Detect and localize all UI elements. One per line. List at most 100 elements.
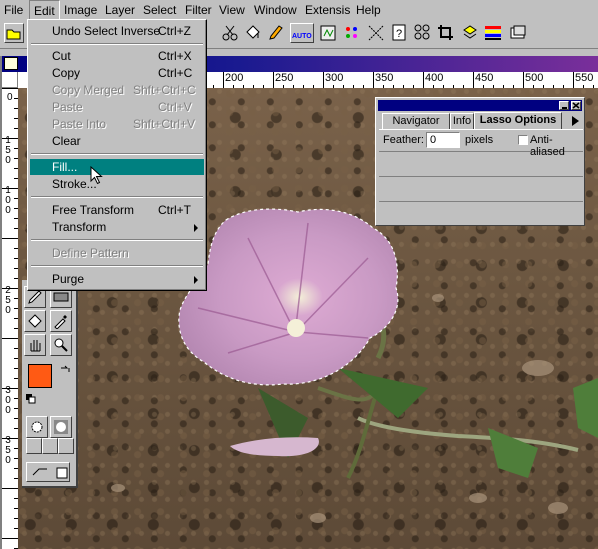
options-row-4 [379,202,583,223]
menu-select[interactable]: Select [143,3,176,17]
menu-view[interactable]: View [219,3,245,17]
menu-separator [31,239,203,241]
anti-aliased-checkbox[interactable] [518,135,528,145]
ants-icon[interactable] [366,23,386,43]
menu-help[interactable]: Help [356,3,381,17]
close-icon [572,102,580,109]
svg-text:?: ? [396,28,402,40]
minimize-button[interactable] [559,101,569,110]
menu-item-clear[interactable]: Clear [30,133,204,150]
tab-navigator[interactable]: Navigator [382,113,450,129]
ruler-label: 350 [375,72,394,84]
submenu-arrow-icon [194,224,198,232]
auto-label: AUTO [292,33,312,40]
define-pattern-label: Define Pattern [52,246,129,260]
gradient-icon[interactable] [484,23,504,43]
ruler-label: 250 [275,72,294,84]
ruler-minor-tick [2,488,18,489]
cut-shortcut: Ctrl+X [158,49,192,63]
feather-label: Feather: [383,134,424,146]
brush-icon[interactable] [266,23,286,43]
ruler-corner[interactable]: 0 [2,72,18,103]
menu-item-stroke[interactable]: Stroke... [30,176,204,193]
menu-file[interactable]: File [4,3,23,17]
ruler-label: 0 [5,455,11,466]
options-row-3 [379,177,583,202]
panel-menu-arrow[interactable] [568,113,582,128]
paint-bucket-tool-icon[interactable] [24,310,46,332]
cut-label: Cut [52,49,71,63]
help-icon[interactable]: ? [390,23,410,43]
paste-label: Paste [52,100,83,114]
sharpen-icon[interactable] [342,23,362,43]
ruler-label: 500 [525,72,544,84]
feather-input[interactable]: 0 [426,132,460,148]
rotate-icon[interactable] [460,23,480,43]
menu-layer[interactable]: Layer [105,3,135,17]
menu-item-paste-into[interactable]: Paste Into Shft+Ctrl+V [30,116,204,133]
panel-title-bar[interactable] [378,100,582,111]
swap-colors-icon[interactable] [59,364,71,376]
jump-to-imageready-icon[interactable] [26,462,70,482]
crop-icon[interactable] [436,23,456,43]
menu-separator [31,196,203,198]
submenu-arrow-icon [194,276,198,284]
menu-image[interactable]: Image [64,3,97,17]
cut-icon[interactable] [220,23,240,43]
toolbox-panel [22,280,78,488]
menu-extensis[interactable]: Extensis [305,3,350,17]
menu-item-copy-merged[interactable]: Copy Merged Shft+Ctrl+C [30,82,204,99]
screen-mode-full-icon[interactable] [58,438,74,454]
options-row-2 [379,152,583,177]
default-colors-icon[interactable] [26,394,36,404]
open-icon[interactable] [4,23,24,43]
menu-item-transform[interactable]: Transform [30,219,204,236]
ruler-minor-tick [2,338,18,339]
ruler-label: 300 [325,72,344,84]
layers-icon[interactable] [508,23,528,43]
menu-separator [31,265,203,267]
standard-mode-icon[interactable] [26,416,48,438]
paste-into-shortcut: Shft+Ctrl+V [133,117,196,131]
menu-item-undo[interactable]: Undo Select Inverse Ctrl+Z [30,23,204,40]
ruler-minor-tick [2,388,18,389]
menu-item-free-transform[interactable]: Free Transform Ctrl+T [30,202,204,219]
screen-mode-full-menu-icon[interactable] [42,438,58,454]
menu-bar: File Edit Image Layer Select Filter View… [0,0,598,20]
menu-separator [31,153,203,155]
triangle-right-icon [572,116,579,126]
menu-window[interactable]: Window [254,3,297,17]
menu-item-define-pattern[interactable]: Define Pattern [30,245,204,262]
screen-mode-standard-icon[interactable] [26,438,42,454]
ruler-label: 0 [5,405,11,416]
menu-edit[interactable]: Edit [29,0,60,20]
menu-item-fill[interactable]: Fill... [30,159,204,175]
menu-filter[interactable]: Filter [185,3,212,17]
menu-item-cut[interactable]: Cut Ctrl+X [30,48,204,65]
menu-item-copy[interactable]: Copy Ctrl+C [30,65,204,82]
foreground-color-swatch[interactable] [28,364,52,388]
menu-separator [31,43,203,45]
paint-bucket-icon[interactable] [243,23,263,43]
eyedropper-tool-icon[interactable] [50,310,72,332]
zoom-tool-icon[interactable] [50,334,72,356]
fx-icon[interactable] [318,23,338,43]
quick-mask-icon[interactable] [50,416,72,438]
menu-item-paste[interactable]: Paste Ctrl+V [30,99,204,116]
ruler-label: 550 [575,72,594,84]
ruler-minor-tick [2,538,18,539]
panel-body: Feather: 0 pixels Anti-aliased [379,129,583,224]
feather-value: 0 [430,134,437,146]
levels-icon[interactable] [413,23,433,43]
ruler-label: 200 [225,72,244,84]
hand-tool-icon[interactable] [24,334,46,356]
tab-info[interactable]: Info [450,113,474,129]
tab-lasso-options[interactable]: Lasso Options [474,112,562,129]
menu-item-purge[interactable]: Purge [30,271,204,288]
paste-into-label: Paste Into [52,117,107,131]
ruler-origin [18,72,21,88]
feather-unit: pixels [465,134,494,146]
auto-icon[interactable]: AUTO [290,23,314,43]
close-button[interactable] [571,101,581,110]
undo-label: Undo Select Inverse [52,24,161,38]
